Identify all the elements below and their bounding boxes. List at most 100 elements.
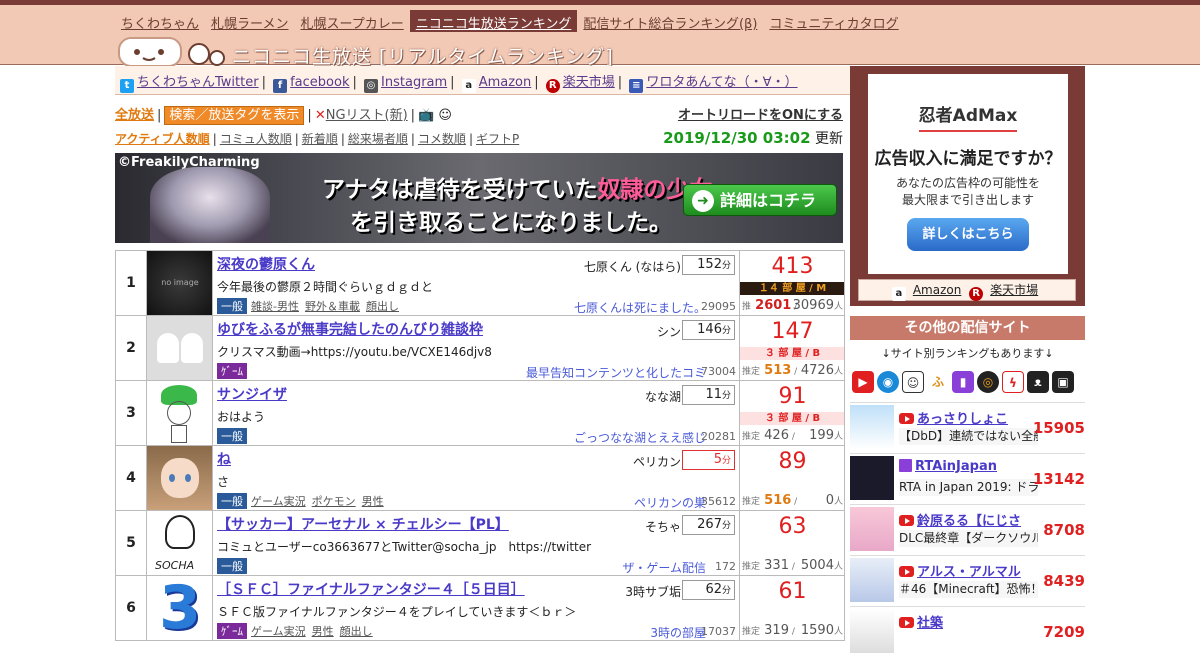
broadcast-title[interactable]: サンジイザ [217,384,287,404]
auto-reload-link[interactable]: オートリロードをONにする [678,104,843,123]
fuwa-icon[interactable]: ふ [927,371,949,393]
genre-tag[interactable]: 顔出し [366,300,399,313]
category-badge[interactable]: 一般 [217,558,247,574]
twitter-link[interactable]: ちくわちゃんTwitter [137,75,259,90]
broadcast-thumbnail[interactable] [147,446,213,510]
genre-tag[interactable]: 男性 [312,625,334,638]
cat-icon[interactable]: ᴥ [1027,371,1049,393]
rakuten-link[interactable]: 楽天市場 [563,75,615,90]
genre-tag[interactable]: ゲーム実況 [251,625,306,638]
streamer-avatar[interactable] [850,609,894,653]
chikuwa-logo[interactable] [117,32,227,68]
amazon-link[interactable]: Amazon [913,283,962,297]
amazon-link[interactable]: Amazon [479,75,532,90]
streamer-row[interactable]: アルス・アルマル ＃46【Minecraft】恐怖！ 8439 [850,555,1085,605]
room-info: １４ 部 屋 / M [740,282,844,295]
show-tags-button[interactable]: 検索／放送タグを表示 [164,106,305,125]
genre-tag[interactable]: 顔出し [340,625,373,638]
broadcast-title[interactable]: ゆびをふるが無事完結したのんびり雑談枠 [217,319,483,339]
community-name[interactable]: ごっつなな湖とええ感じ [574,429,706,445]
broadcast-thumbnail[interactable] [147,316,213,380]
nav-overall-ranking[interactable]: 配信サイト総合ランキング(β) [577,10,763,32]
community-name[interactable]: 七原くんは死にました。 [574,299,706,315]
ad-banner[interactable]: ©FreakilyCharming アナタは虐待を受けていた奴隷の少女 を引き取… [115,153,843,243]
category-badge[interactable]: 一般 [217,428,247,444]
community-name[interactable]: 3時の部屋 [650,624,706,640]
community-name[interactable]: ペリカンの巣 [634,494,706,510]
instagram-link[interactable]: Instagram [381,75,447,90]
streamer-row[interactable]: RTAinJapan RTA in Japan 2019: ドラゴン 13142 [850,453,1085,503]
genre-tag[interactable]: ポケモン [312,495,356,508]
mildom-icon[interactable]: ϟ [1002,371,1024,393]
streamer-avatar[interactable] [850,456,894,500]
streamer-row[interactable]: あっさりしょこ 【DbD】連続ではない全般 15905 [850,402,1085,452]
showroom-icon[interactable]: ◎ [977,371,999,393]
genre-tag[interactable]: 雑談-男性 [251,300,299,313]
ranking-row[interactable]: 4 ね ペリカン 5分 さ 一般 ゲーム実況 ポケモン 男性 ペリカンの巣 35612… [116,446,844,511]
twitch-icon[interactable]: ▮ [952,371,974,393]
community-name[interactable]: ザ・ゲーム配信 [622,559,706,575]
broadcast-title[interactable]: ［ＳＦＣ］ファイナルファンタジー４［５日目］ [217,579,525,599]
sort-new[interactable]: 新着順 [302,132,338,146]
sort-visitors[interactable]: 総来場者順 [348,132,408,146]
streamer-name[interactable]: あっさりしょこ [899,408,1008,427]
openrec-icon[interactable]: ◉ [877,371,899,393]
rakuten-link[interactable]: 楽天市場 [990,283,1038,297]
tv-icon[interactable]: 📺 [418,108,434,123]
banner-cta-button[interactable]: 詳細はコチラ [683,184,837,216]
streamer-name[interactable]: RTAinJapan [899,459,997,474]
community-number: 73004 [701,365,736,378]
estimate-value: 2601 [755,298,792,313]
genre-tag[interactable]: 野外＆車載 [305,300,360,313]
sort-comments[interactable]: コメ数順 [418,132,466,146]
streamer-row[interactable]: 鈴原るる【にじさ DLC最終章【ダークソウル 8708 [850,504,1085,554]
nav-soup-curry[interactable]: 札幌スープカレー [295,10,410,32]
broadcast-title[interactable]: ね [217,449,231,469]
genre-tag[interactable]: 男性 [362,495,384,508]
category-badge[interactable]: 一般 [217,493,247,509]
nav-nico-ranking[interactable]: ニコニコ生放送ランキング [409,10,578,32]
ng-list-link[interactable]: NGリスト(新) [326,108,408,123]
broadcast-title[interactable]: 深夜の鬱原くん [217,254,315,274]
ranking-row[interactable]: 2 ゆびをふるが無事完結したのんびり雑談枠 シン 146分 クリスマス動画→ht… [116,316,844,381]
ranking-row[interactable]: 3 サンジイザ なな湖 11分 おはよう 一般 ごっつなな湖とええ感じ 2028… [116,381,844,446]
streamer-avatar[interactable] [850,405,894,449]
streamer-name[interactable]: 鈴原るる【にじさ [899,510,1021,529]
broadcast-thumbnail[interactable] [147,381,213,445]
sort-active[interactable]: アクティブ人数順 [115,132,210,146]
streamer-row[interactable]: 社築 7209 [850,606,1085,656]
nav-community-catalog[interactable]: コミュニティカタログ [763,10,904,32]
category-badge[interactable]: ｹﾞｰﾑ [217,623,247,639]
community-name[interactable]: 最早告知コンテンツと化したコミ [526,364,706,380]
broadcast-thumbnail[interactable]: SOCHA [147,511,213,575]
category-badge[interactable]: ｹﾞｰﾑ [217,363,247,379]
viewer-stats: 91 ３ 部 屋 / B 推定 426 / 199人 [740,381,844,445]
sort-community[interactable]: コミュ人数順 [220,132,292,146]
genre-tag[interactable]: ゲーム実況 [251,495,306,508]
broadcast-title[interactable]: 【サッカー】アーセナル × チェルシー【PL】 [217,514,509,534]
tv-icon[interactable]: ▣ [1052,371,1074,393]
facebook-link[interactable]: facebook [290,75,349,90]
streamer-name[interactable]: アルス・アルマル [899,561,1021,580]
ad-details-button[interactable]: 詳しくはこちら [907,218,1029,251]
category-badge[interactable]: 一般 [217,298,247,314]
streamer-avatar[interactable] [850,507,894,551]
niconico-icon[interactable]: ☺ [902,371,924,393]
youtube-icon[interactable]: ▶ [852,371,874,393]
nav-chikuwa[interactable]: ちくわちゃん [115,10,205,32]
streamer-name[interactable]: 社築 [899,612,943,631]
ranking-row[interactable]: 1 no image 深夜の鬱原くん 七原くん (なはら) 152分 今年最後の… [116,251,844,316]
social-links: t ちくわちゃんTwitter | f facebook | ◎ Instagram | a… [115,66,850,95]
streamer-avatar[interactable] [850,558,894,602]
youtube-icon [899,515,914,526]
ranking-row[interactable]: 6 3 ［ＳＦＣ］ファイナルファンタジー４［５日目］ 3時サブ垢 62分 ＳＦＣ… [116,576,844,641]
ranking-row[interactable]: 5 SOCHA 【サッカー】アーセナル × チェルシー【PL】 そちゃ 267分… [116,511,844,576]
face-icon[interactable]: ☺ [438,108,452,123]
admax-ad[interactable]: 忍者AdMax 広告収入に満足ですか？ あなたの広告枠の可能性を 最大限まで引き出… [868,74,1068,274]
broadcast-thumbnail[interactable]: no image [147,251,213,315]
sort-gift[interactable]: ギフトP [476,132,519,146]
nav-sapporo-ramen[interactable]: 札幌ラーメン [205,10,294,32]
wrota-link[interactable]: ワロタあんてな（・∀・） [646,75,797,90]
all-broadcasts-link[interactable]: 全放送 [115,108,154,123]
broadcast-thumbnail[interactable]: 3 [147,576,213,640]
